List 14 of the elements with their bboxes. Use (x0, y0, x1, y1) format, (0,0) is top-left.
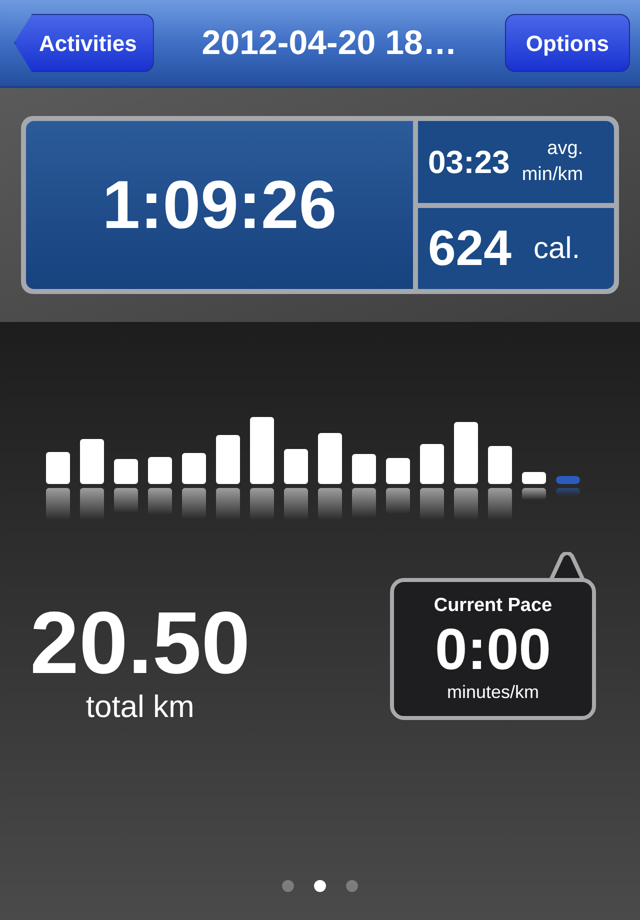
current-pace-title: Current Pace (434, 594, 552, 618)
pace-unit: avg. (547, 136, 584, 161)
distance-unit: total km (86, 688, 194, 726)
duration-value: 1:09:26 (102, 166, 337, 245)
current-pace-value: 0:00 (434, 620, 552, 679)
options-button[interactable]: Options (504, 14, 630, 72)
pace-unit: min/km (522, 162, 584, 187)
screen-title: 2012-04-20 18… (202, 22, 457, 64)
current-pace-unit: minutes/km (446, 680, 540, 704)
calories-unit: cal. (533, 230, 580, 267)
back-button[interactable]: Activities (14, 14, 154, 72)
calories-value: 624 (428, 218, 512, 278)
distance-value: 20.50 (30, 602, 250, 684)
pace-value: 03:23 (428, 142, 510, 182)
